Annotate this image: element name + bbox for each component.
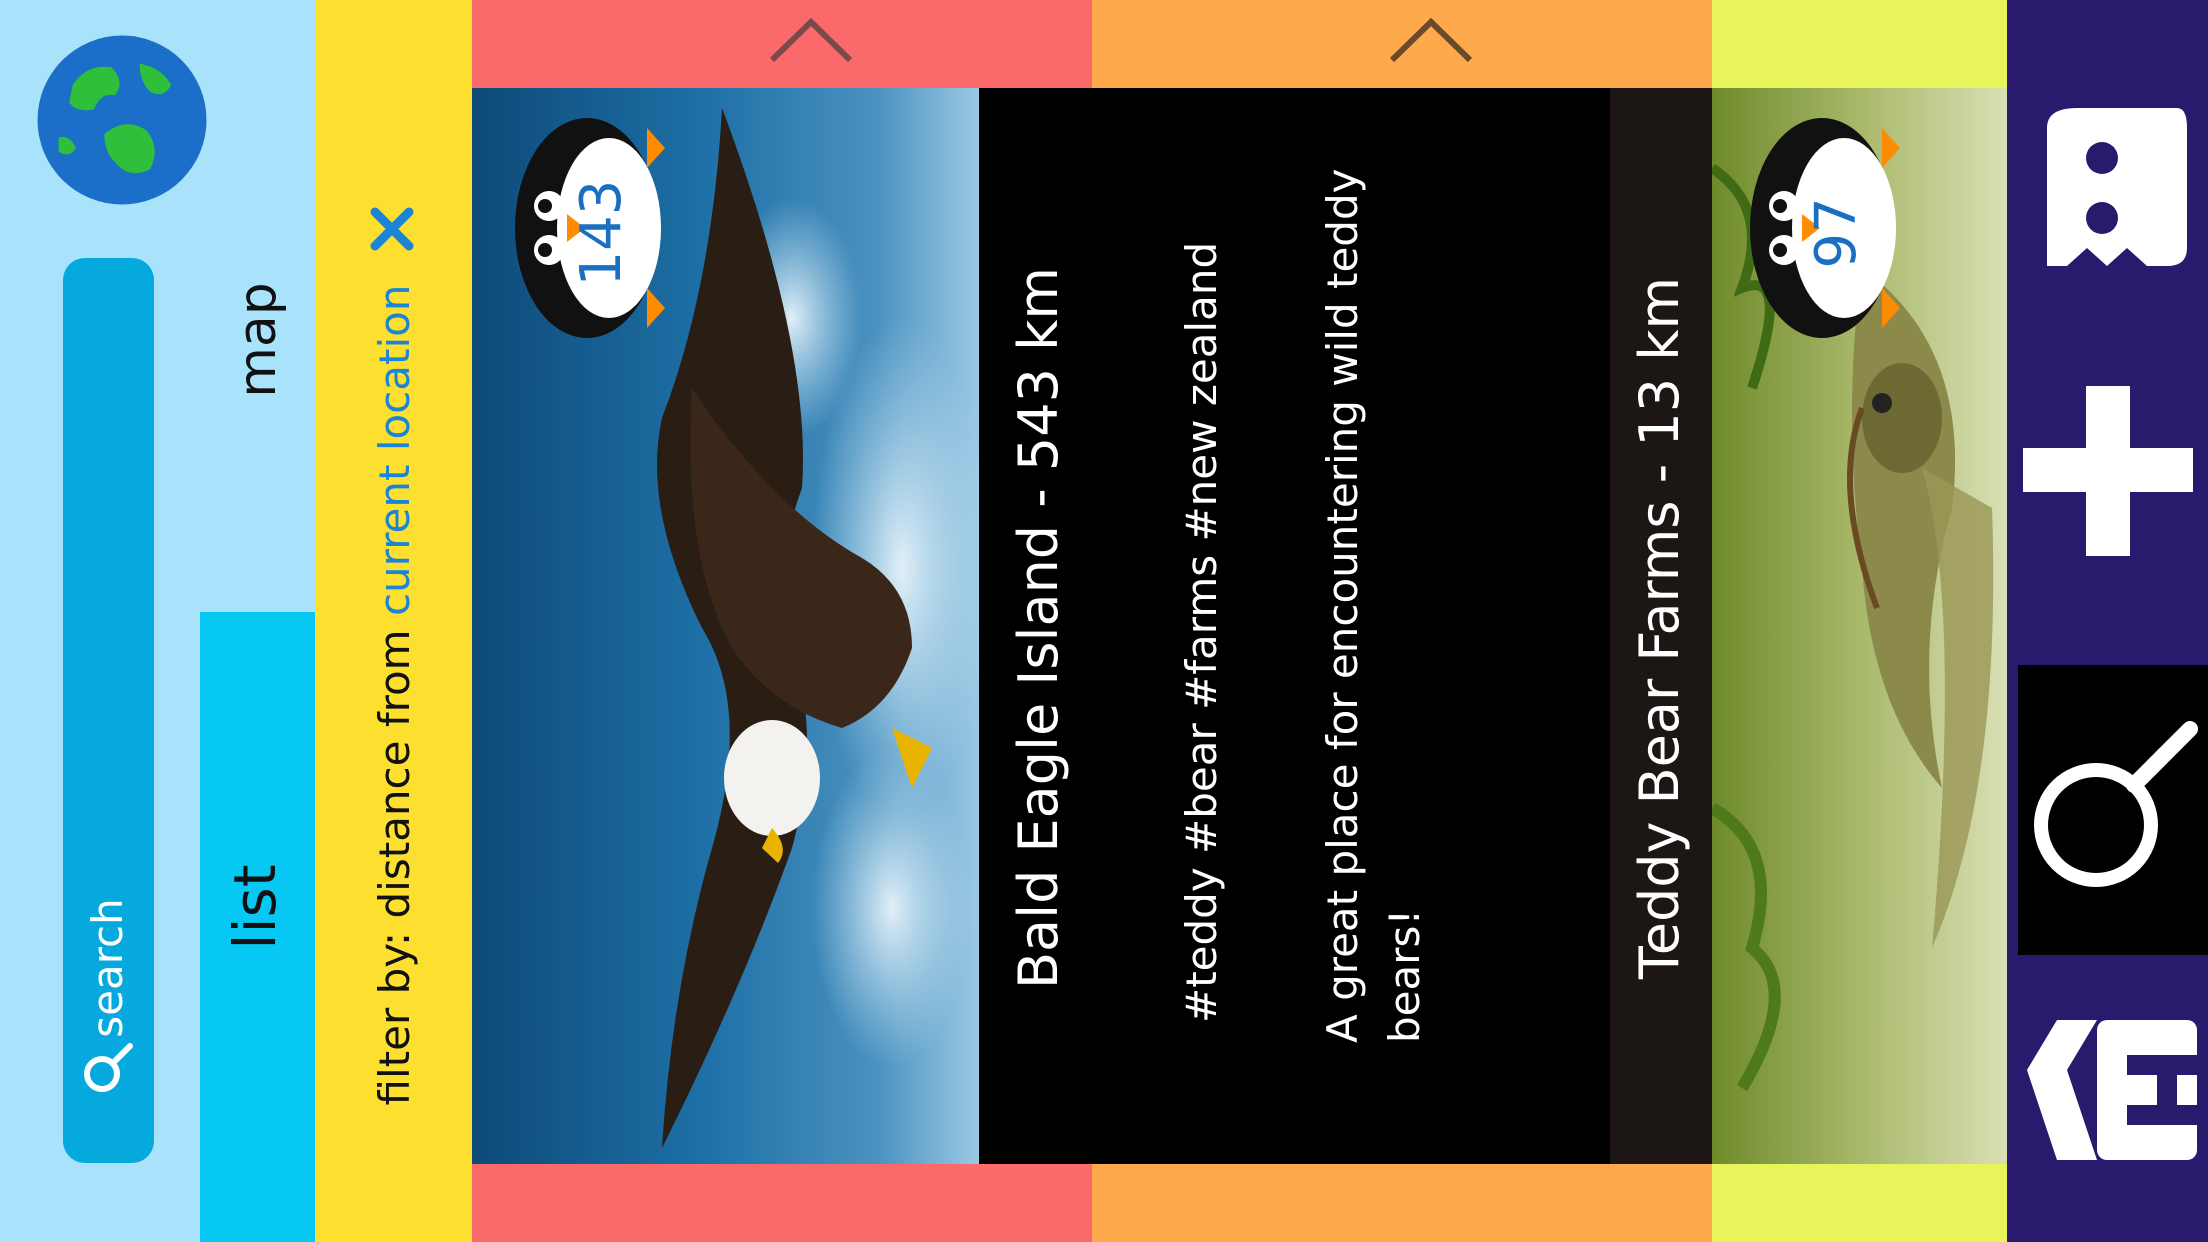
chevron-up-icon[interactable] [1388, 14, 1474, 66]
card-footer [1712, 1164, 2007, 1242]
filter-bar: filter by: distance from current locatio… [315, 0, 472, 1242]
close-icon[interactable] [369, 206, 415, 252]
tab-map[interactable]: map [223, 255, 293, 425]
card-title: Bald Eagle Island - 543 km [1007, 266, 1070, 990]
penguin-badge: 143 [507, 88, 667, 348]
filter-current-location-link[interactable]: current location [370, 285, 419, 617]
card-header [1712, 0, 2007, 88]
place-card-eagle[interactable]: 143 Bald Eagle Island - 543 km [472, 0, 1092, 1242]
tag-button[interactable] [2007, 1000, 2208, 1180]
card-footer [472, 1164, 1092, 1242]
ghost-icon [2047, 108, 2187, 266]
filter-label: filter by: distance from current locatio… [360, 100, 430, 1242]
card-caption-bar: Teddy Bear Farms - 13 km [1610, 88, 1712, 1164]
card-header [1092, 0, 1712, 88]
place-card-teddy[interactable]: #teddy #bear #farms #new zealand A great… [1092, 0, 1712, 1242]
tag-e-icon [2027, 1020, 2197, 1160]
nav-panel: search map list [0, 0, 315, 1242]
card-tags: #teddy #bear #farms #new zealand [1177, 241, 1226, 1023]
card-title: Teddy Bear Farms - 13 km [1628, 276, 1691, 980]
penguin-badge: 97 [1742, 88, 1902, 348]
tab-list[interactable]: list [200, 612, 315, 1242]
search-icon [84, 1043, 133, 1092]
card-header [472, 0, 1092, 88]
toolbar [2007, 0, 2208, 1242]
plus-icon [2023, 386, 2193, 556]
globe-icon[interactable] [34, 32, 210, 208]
chevron-up-icon[interactable] [768, 14, 854, 66]
card-detail-panel: #teddy #bear #farms #new zealand A great… [1092, 88, 1610, 1164]
add-button[interactable] [2007, 370, 2208, 570]
magnifier-icon [2034, 721, 2198, 887]
filter-prefix: filter by: distance from [370, 629, 419, 1106]
card-footer [1092, 1164, 1712, 1242]
card-description: A great place for encountering wild tedd… [1318, 168, 1429, 1043]
tab-list-label: list [221, 864, 289, 950]
profile-button[interactable] [2007, 88, 2208, 288]
badge-count: 143 [569, 179, 634, 287]
search-button[interactable]: search [63, 258, 154, 1163]
badge-count: 97 [1804, 197, 1869, 269]
search-tool-button[interactable] [2018, 665, 2208, 955]
card-caption-bar: Bald Eagle Island - 543 km [979, 88, 1092, 1164]
place-card-kiwi[interactable]: 97 [1712, 0, 2007, 1242]
